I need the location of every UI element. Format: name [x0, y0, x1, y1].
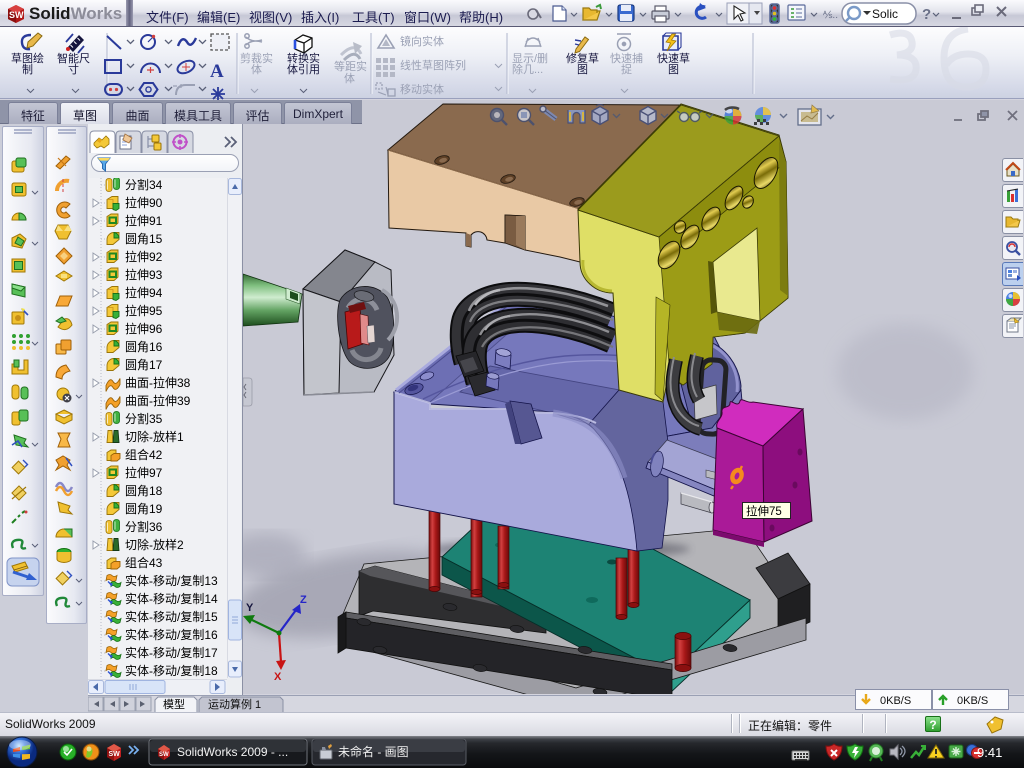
svg-text:拉伸96: 拉伸96	[125, 321, 163, 336]
svg-text:实体-移动/复制17: 实体-移动/复制17	[125, 645, 218, 660]
svg-text:等距实: 等距实	[334, 59, 367, 73]
svg-text:线性草图阵列: 线性草图阵列	[400, 58, 466, 72]
svg-text:SolidWorks 2009 - ...: SolidWorks 2009 - ...	[177, 745, 288, 759]
svg-text:实体-移动/复制15: 实体-移动/复制15	[125, 609, 218, 624]
svg-text:分割36: 分割36	[125, 519, 163, 534]
svg-text:拉伸75: 拉伸75	[746, 504, 782, 518]
svg-text:Z: Z	[300, 594, 307, 606]
svg-text:体引用: 体引用	[287, 62, 320, 76]
svg-text:圆角16: 圆角16	[125, 340, 163, 354]
svg-text:0KB/S: 0KB/S	[880, 695, 911, 707]
svg-text:实体-移动/复制14: 实体-移动/复制14	[125, 591, 218, 606]
svg-text:圆角19: 圆角19	[125, 502, 163, 516]
svg-text:圆角18: 圆角18	[125, 484, 163, 498]
svg-text:分割34: 分割34	[125, 178, 163, 192]
svg-text:拉伸91: 拉伸91	[125, 213, 163, 228]
svg-text:图: 图	[668, 63, 679, 76]
svg-text:运动算例 1: 运动算例 1	[208, 697, 261, 711]
svg-text:Solic: Solic	[872, 7, 898, 21]
svg-text:未命名 - 画图: 未命名 - 画图	[338, 744, 409, 759]
svg-text:模型: 模型	[163, 697, 185, 711]
svg-text:除几...: 除几...	[512, 62, 543, 76]
svg-text:转换实: 转换实	[287, 51, 320, 65]
svg-text:快速捕: 快速捕	[610, 51, 643, 65]
svg-text:组合42: 组合42	[125, 447, 163, 462]
svg-text:剪裁实: 剪裁实	[240, 51, 273, 65]
svg-text:?: ?	[922, 6, 931, 23]
svg-text:实体-移动/复制16: 实体-移动/复制16	[125, 627, 218, 642]
svg-text:组合43: 组合43	[125, 555, 163, 570]
svg-text:拉伸93: 拉伸93	[125, 267, 163, 282]
svg-text:拉伸90: 拉伸90	[125, 195, 163, 210]
svg-text:9:41: 9:41	[977, 745, 1002, 760]
svg-text:0KB/S: 0KB/S	[957, 695, 988, 707]
svg-text:制: 制	[22, 63, 33, 76]
svg-text:X: X	[274, 671, 282, 683]
svg-text:体: 体	[251, 62, 262, 76]
svg-text:圆角15: 圆角15	[125, 232, 163, 246]
svg-text:⅍..: ⅍..	[823, 10, 838, 21]
svg-text:曲面-拉伸38: 曲面-拉伸38	[125, 375, 191, 390]
svg-text:捉: 捉	[621, 62, 632, 76]
svg-text:SW: SW	[9, 10, 24, 20]
svg-text:草图绘: 草图绘	[11, 51, 44, 65]
svg-text:圆角17: 圆角17	[125, 358, 163, 372]
svg-text:拉伸95: 拉伸95	[125, 303, 163, 318]
svg-text:曲面-拉伸39: 曲面-拉伸39	[125, 393, 191, 408]
svg-text:修复草: 修复草	[566, 51, 599, 65]
svg-text:SW: SW	[109, 751, 121, 758]
svg-text:镜向实体: 镜向实体	[400, 34, 444, 48]
svg-text:实体-移动/复制18: 实体-移动/复制18	[125, 663, 218, 678]
svg-text:Y: Y	[246, 602, 254, 614]
svg-text:分割35: 分割35	[125, 411, 163, 426]
svg-text:拉伸97: 拉伸97	[125, 465, 163, 480]
svg-text:切除-放样2: 切除-放样2	[125, 537, 184, 552]
svg-text:移动实体: 移动实体	[400, 82, 444, 96]
svg-text:SW: SW	[159, 752, 169, 758]
svg-text:实体-移动/复制13: 实体-移动/复制13	[125, 573, 218, 588]
svg-text:体: 体	[344, 71, 355, 85]
svg-text:智能尺: 智能尺	[57, 51, 90, 65]
svg-text:A: A	[210, 61, 224, 82]
svg-text:寸: 寸	[68, 62, 79, 76]
svg-text:拉伸94: 拉伸94	[125, 285, 163, 300]
svg-text:图: 图	[577, 63, 588, 76]
svg-text:切除-放样1: 切除-放样1	[125, 429, 184, 444]
svg-text:拉伸92: 拉伸92	[125, 249, 163, 264]
